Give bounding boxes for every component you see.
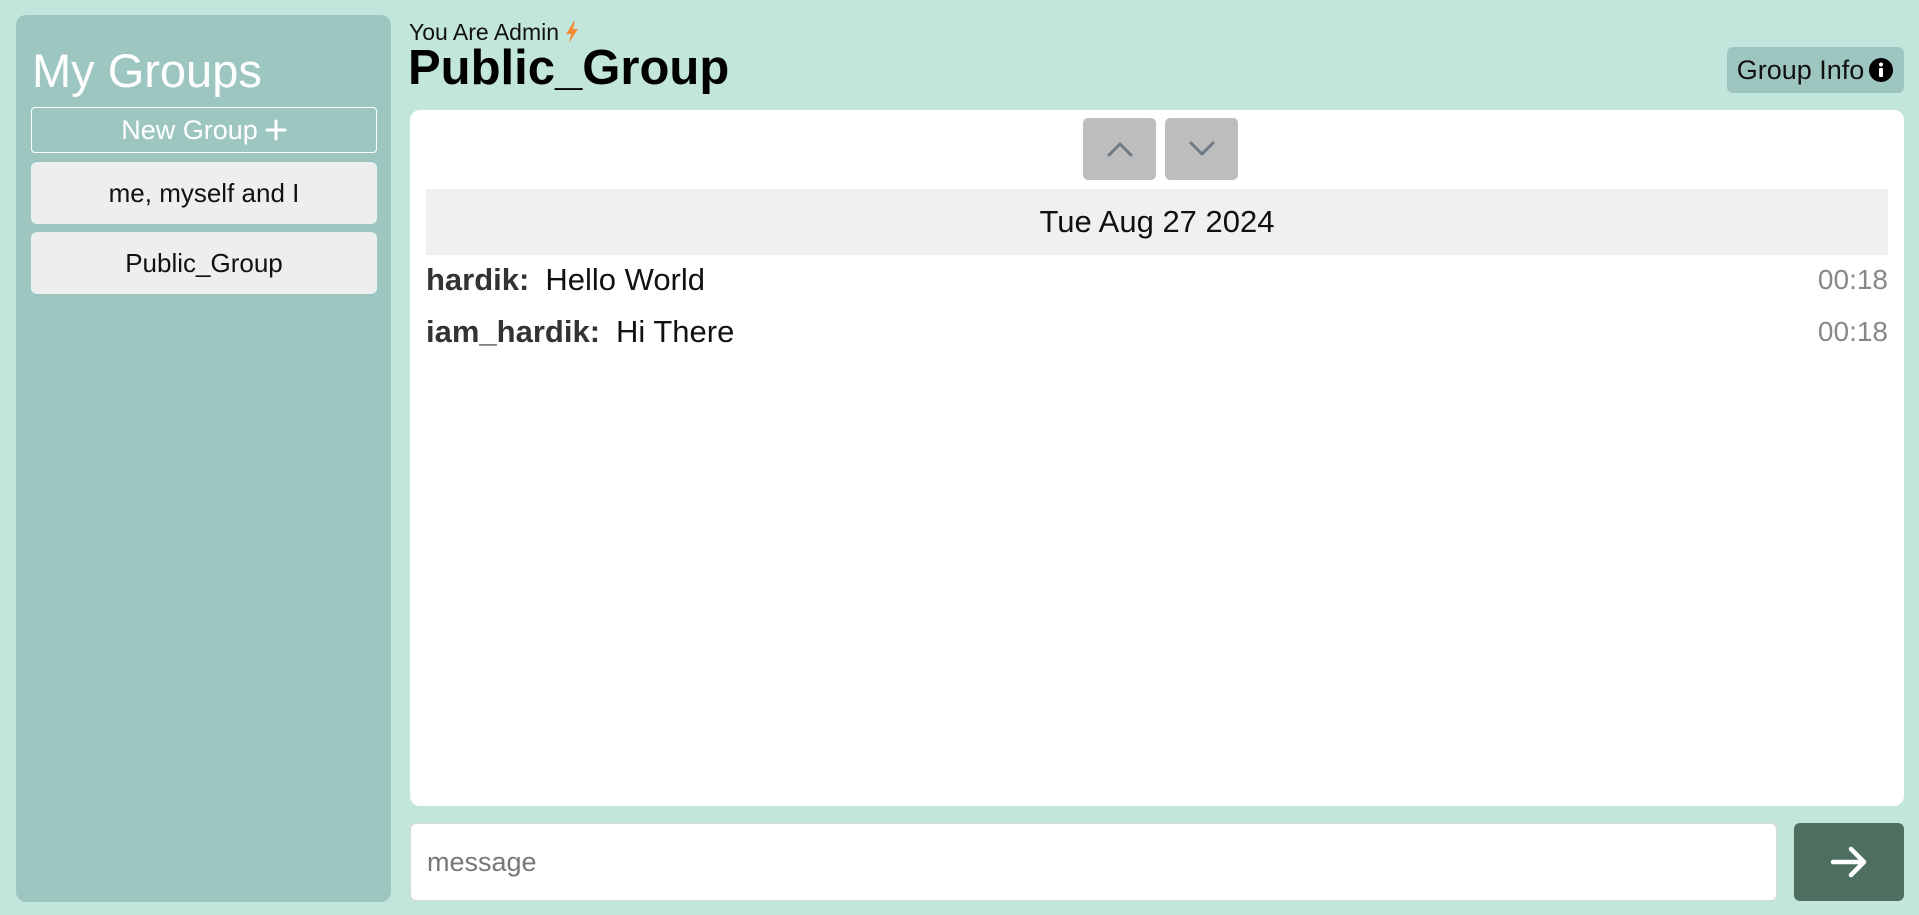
group-item-label: Public_Group: [125, 247, 283, 278]
scroll-down-button[interactable]: [1165, 118, 1238, 180]
group-item-public-group[interactable]: Public_Group: [31, 232, 377, 294]
group-info-button[interactable]: Group Info: [1727, 47, 1904, 93]
chevron-down-icon: [1189, 141, 1214, 156]
plus-icon: [265, 119, 287, 141]
chat-panel: Tue Aug 27 2024 hardik: Hello World 00:1…: [410, 110, 1904, 806]
message-text: Hello World: [545, 262, 706, 297]
groups-sidebar: My Groups New Group me, myself and I Pub…: [16, 15, 391, 902]
arrow-right-icon: [1830, 846, 1867, 878]
sidebar-title: My Groups: [32, 44, 262, 97]
message-input[interactable]: [410, 823, 1777, 901]
scroll-up-button[interactable]: [1083, 118, 1156, 180]
group-item-me-myself-and-i[interactable]: me, myself and I: [31, 162, 377, 224]
message-time: 00:18: [1817, 316, 1888, 347]
message-time: 00:18: [1817, 264, 1888, 295]
message-sender: hardik:: [426, 262, 530, 297]
send-button[interactable]: [1794, 823, 1904, 901]
info-circle-icon: [1869, 58, 1894, 82]
date-label: Tue Aug 27 2024: [1039, 204, 1275, 239]
group-item-label: me, myself and I: [108, 177, 300, 208]
new-group-button[interactable]: New Group: [31, 107, 377, 153]
new-group-label: New Group: [121, 114, 258, 145]
chevron-up-icon: [1107, 142, 1132, 157]
message-row: iam_hardik: Hi There 00:18: [426, 312, 1888, 352]
group-info-label: Group Info: [1736, 54, 1865, 85]
date-divider: Tue Aug 27 2024: [426, 189, 1888, 255]
message-row: hardik: Hello World 00:18: [426, 260, 1888, 300]
message-sender: iam_hardik:: [426, 314, 601, 349]
message-text: Hi There: [616, 314, 735, 349]
page-title: Public_Group: [408, 41, 730, 95]
